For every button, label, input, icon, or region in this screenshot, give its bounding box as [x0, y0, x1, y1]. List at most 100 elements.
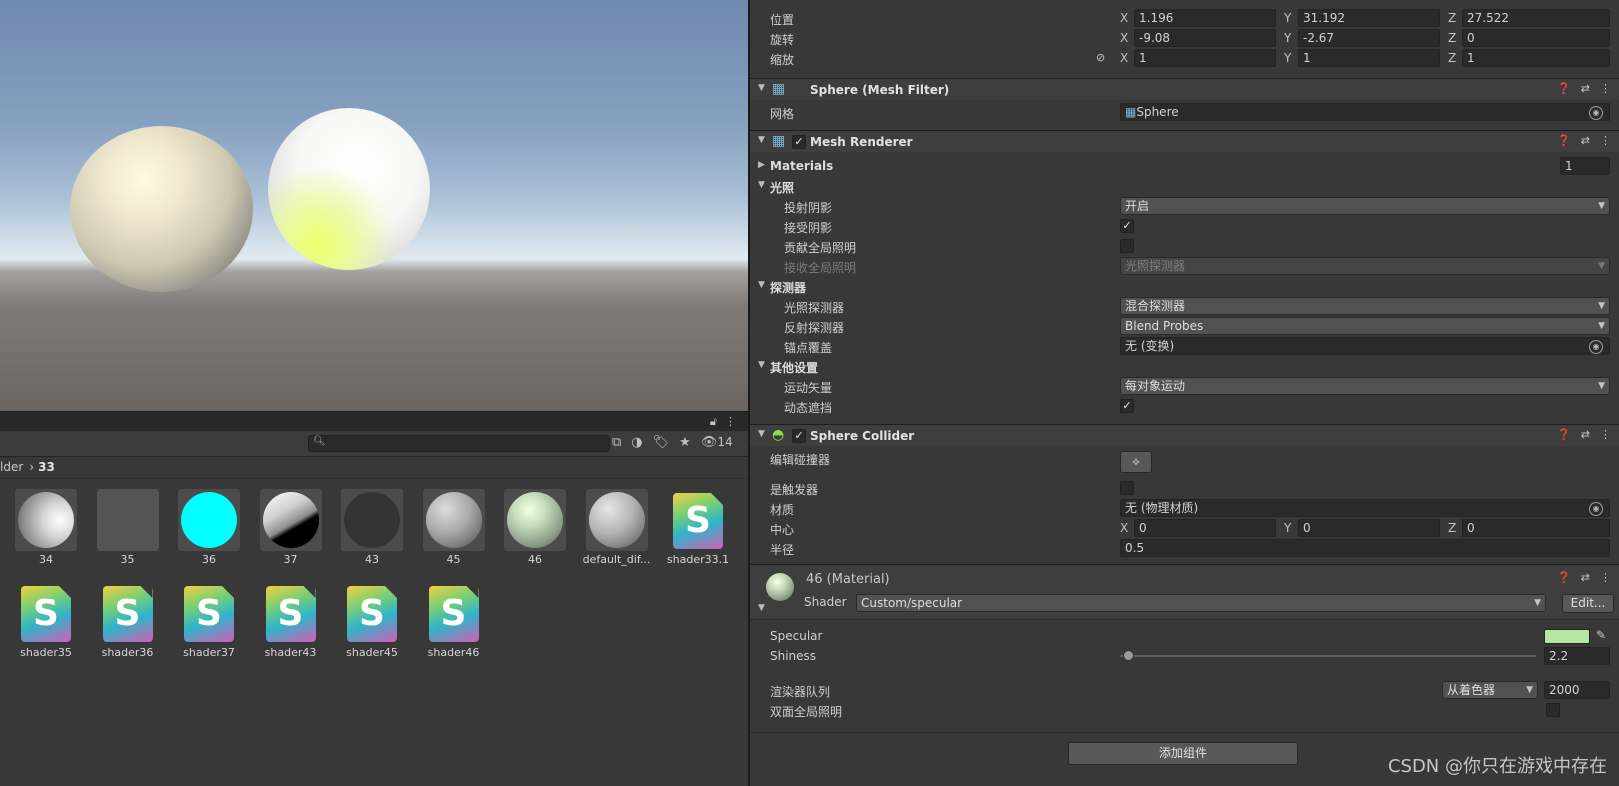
asset-item[interactable]: Sshader33.1: [658, 489, 738, 566]
asset-item[interactable]: Sshader36: [88, 582, 168, 659]
materials-count-field[interactable]: 1: [1560, 157, 1610, 175]
asset-item[interactable]: 46: [495, 489, 575, 566]
edit-collider-button[interactable]: ⟡: [1120, 451, 1152, 473]
favorite-star-icon[interactable]: ★: [679, 435, 691, 450]
help-icon[interactable]: ❓: [1557, 571, 1571, 584]
presets-icon[interactable]: ⇄: [1581, 571, 1590, 584]
center-y-field[interactable]: 0: [1298, 519, 1440, 537]
component-menu-icon[interactable]: ⋮: [1600, 428, 1611, 441]
asset-item[interactable]: Sshader35: [6, 582, 86, 659]
scene-view[interactable]: [0, 0, 748, 411]
axis-x-label[interactable]: X: [1120, 11, 1128, 25]
component-menu-icon[interactable]: ⋮: [1600, 134, 1611, 147]
edit-shader-button[interactable]: Edit...: [1562, 594, 1614, 613]
help-icon[interactable]: ❓: [1557, 428, 1571, 441]
fold-arrow-icon[interactable]: ▼: [758, 83, 765, 93]
probes-row[interactable]: ▼ 探测器: [750, 276, 1619, 296]
object-picker-icon[interactable]: ◉: [1589, 106, 1603, 120]
constrain-proportions-icon[interactable]: ⊘: [1096, 51, 1105, 64]
hidden-packages-toggle[interactable]: 👁︎14: [701, 435, 733, 450]
position-z-field[interactable]: 27.522: [1462, 9, 1610, 27]
reflection-probes-dropdown[interactable]: Blend Probes ▼: [1120, 317, 1610, 335]
shiness-slider-thumb[interactable]: [1123, 650, 1135, 661]
materials-row[interactable]: ▶ Materials 1: [750, 156, 1619, 176]
fold-arrow-icon[interactable]: ▼: [758, 603, 765, 613]
mesh-renderer-header[interactable]: ▼ ▦ ✓ Mesh Renderer ❓ ⇄ ⋮: [750, 130, 1619, 152]
asset-item[interactable]: Sshader45: [332, 582, 412, 659]
scene-sphere-left[interactable]: [70, 126, 253, 292]
shiness-slider-track[interactable]: [1120, 650, 1536, 661]
cast-shadows-dropdown[interactable]: 开启 ▼: [1120, 197, 1610, 215]
asset-item[interactable]: 45: [414, 489, 494, 566]
mesh-filter-header[interactable]: ▼ ▦ Sphere (Mesh Filter) ❓ ⇄ ⋮: [750, 78, 1619, 100]
lighting-row[interactable]: ▼ 光照: [750, 176, 1619, 196]
is-trigger-checkbox[interactable]: [1120, 481, 1134, 495]
asset-item[interactable]: 34: [6, 489, 86, 566]
component-menu-icon[interactable]: ⋮: [1600, 82, 1611, 95]
filter-by-label-icon[interactable]: 🏷︎: [653, 435, 670, 450]
fold-arrow-icon[interactable]: ▼: [758, 180, 765, 190]
axis-x-label[interactable]: X: [1120, 51, 1128, 65]
sphere-collider-enabled-checkbox[interactable]: ✓: [792, 429, 806, 443]
axis-y-label[interactable]: Y: [1284, 521, 1291, 535]
asset-item[interactable]: 36: [169, 489, 249, 566]
axis-y-label[interactable]: Y: [1284, 11, 1291, 25]
fold-arrow-right-icon[interactable]: ▶: [758, 160, 765, 170]
axis-x-label[interactable]: X: [1120, 31, 1128, 45]
mesh-renderer-enabled-checkbox[interactable]: ✓: [792, 135, 806, 149]
asset-item[interactable]: Sshader46: [414, 582, 494, 659]
object-picker-icon[interactable]: ◉: [1589, 502, 1603, 516]
position-y-field[interactable]: 31.192: [1298, 9, 1440, 27]
radius-field[interactable]: 0.5: [1120, 539, 1610, 557]
collider-material-field[interactable]: 无 (物理材质) ◉: [1120, 499, 1610, 517]
receive-shadows-checkbox[interactable]: ✓: [1120, 219, 1134, 233]
rotation-z-field[interactable]: 0: [1462, 29, 1610, 47]
axis-z-label[interactable]: Z: [1448, 11, 1456, 25]
fold-arrow-icon[interactable]: ▼: [758, 280, 765, 290]
asset-item[interactable]: 43: [332, 489, 412, 566]
component-menu-icon[interactable]: ⋮: [1600, 571, 1611, 584]
axis-z-label[interactable]: Z: [1448, 31, 1456, 45]
rotation-x-field[interactable]: -9.08: [1134, 29, 1276, 47]
presets-icon[interactable]: ⇄: [1581, 134, 1590, 147]
fold-arrow-icon[interactable]: ▼: [758, 135, 765, 145]
shader-dropdown[interactable]: Custom/specular ▼: [856, 594, 1546, 612]
presets-icon[interactable]: ⇄: [1581, 82, 1590, 95]
fold-arrow-icon[interactable]: ▼: [758, 360, 765, 370]
materials-label[interactable]: Materials: [770, 159, 833, 173]
asset-item[interactable]: 35: [88, 489, 168, 566]
asset-item[interactable]: Sshader43: [251, 582, 331, 659]
axis-x-label[interactable]: X: [1120, 521, 1128, 535]
search-scope-icon[interactable]: ⧉: [612, 435, 621, 450]
axis-z-label[interactable]: Z: [1448, 51, 1456, 65]
rotation-y-field[interactable]: -2.67: [1298, 29, 1440, 47]
help-icon[interactable]: ❓: [1557, 134, 1571, 147]
shiness-field[interactable]: 2.2: [1544, 647, 1610, 665]
breadcrumb-item-parent[interactable]: lder: [0, 460, 23, 474]
asset-item[interactable]: 37: [251, 489, 331, 566]
motion-vectors-dropdown[interactable]: 每对象运动 ▼: [1120, 377, 1610, 395]
material-header[interactable]: ▼ 46 (Material) ❓ ⇄ ⋮ Shader Custom/spec…: [750, 564, 1619, 620]
fold-arrow-icon[interactable]: ▼: [758, 429, 765, 439]
contribute-gi-checkbox[interactable]: [1120, 239, 1134, 253]
position-x-field[interactable]: 1.196: [1134, 9, 1276, 27]
filter-by-type-icon[interactable]: ◑: [631, 435, 642, 450]
scene-sphere-right[interactable]: [268, 108, 430, 270]
render-queue-field[interactable]: 2000: [1544, 681, 1610, 699]
anchor-override-field[interactable]: 无 (变换) ◉: [1120, 337, 1610, 355]
eyedropper-icon[interactable]: ✎: [1596, 628, 1606, 642]
double-sided-gi-checkbox[interactable]: [1546, 703, 1560, 717]
asset-item[interactable]: Sshader37: [169, 582, 249, 659]
scale-y-field[interactable]: 1: [1298, 49, 1440, 67]
lock-icon[interactable]: 🔓︎: [710, 415, 717, 429]
axis-z-label[interactable]: Z: [1448, 521, 1456, 535]
specular-color-swatch[interactable]: [1544, 629, 1590, 644]
project-search-input[interactable]: 🔍︎: [308, 435, 610, 452]
help-icon[interactable]: ❓: [1557, 82, 1571, 95]
scale-z-field[interactable]: 1: [1462, 49, 1610, 67]
mesh-object-field[interactable]: ▦Sphere ◉: [1120, 103, 1610, 121]
more-menu-icon[interactable]: ⋮: [725, 415, 736, 429]
asset-item[interactable]: default_dif...: [577, 489, 657, 566]
sphere-collider-header[interactable]: ▼ ◓ ✓ Sphere Collider ❓ ⇄ ⋮: [750, 424, 1619, 446]
dynamic-occlusion-checkbox[interactable]: ✓: [1120, 399, 1134, 413]
